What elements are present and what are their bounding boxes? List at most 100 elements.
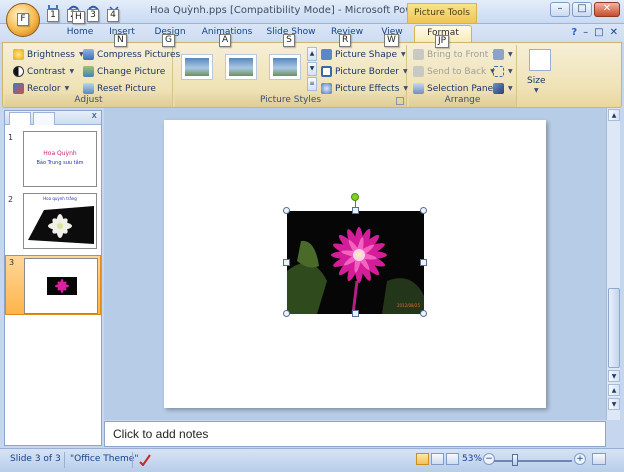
zoom-slider-thumb[interactable] (512, 454, 518, 466)
tab-animations[interactable]: Animations A (200, 25, 254, 47)
spell-check-icon[interactable] (138, 453, 152, 469)
tab-format[interactable]: Format JP (414, 25, 472, 48)
qat-save-button[interactable]: 1 (44, 4, 62, 22)
group-icon (493, 66, 504, 77)
slide-count: Slide 3 of 3 (10, 454, 61, 464)
previous-slide-button[interactable]: ▲ (608, 384, 620, 396)
resize-handle-bottom[interactable] (352, 310, 359, 317)
zoom-in-button[interactable]: + (574, 453, 586, 465)
tab-home[interactable]: Home H (62, 11, 98, 42)
group-label-picture-styles: Picture Styles (175, 94, 406, 107)
picture-style-1[interactable] (181, 54, 213, 80)
picture-styles-dialog-launcher[interactable] (396, 97, 404, 105)
recolor-label: Recolor (27, 83, 61, 94)
tab-design[interactable]: Design G (150, 25, 190, 47)
contrast-button[interactable]: Contrast ▼ (13, 64, 74, 79)
picture-border-button[interactable]: Picture Border ▼ (321, 64, 408, 79)
size-icon[interactable] (529, 49, 551, 71)
tab-keytip: R (339, 34, 352, 47)
style-gallery-scroll: ▲ ▼ ≡ (307, 47, 317, 91)
next-slide-button[interactable]: ▼ (608, 398, 620, 410)
qat-customize-button[interactable]: 4 (104, 4, 122, 22)
chevron-down-icon: ▼ (508, 85, 513, 92)
gallery-up-button[interactable]: ▲ (307, 47, 317, 61)
vertical-scrollbar[interactable]: ▲ ▼ ▲ ▼ (606, 108, 620, 420)
scroll-thumb[interactable] (608, 288, 620, 368)
change-picture-button[interactable]: Change Picture (83, 64, 165, 79)
ribbon-restore-icon[interactable]: □ (594, 27, 603, 38)
reset-picture-label: Reset Picture (97, 83, 156, 94)
tab-review[interactable]: Review R (328, 25, 366, 47)
ribbon: Brightness ▼ Contrast ▼ Recolor ▼ Compress … (2, 42, 622, 108)
slide-sorter-button[interactable] (431, 453, 444, 465)
picture-style-3[interactable] (269, 54, 301, 80)
theme-name[interactable]: "Office Theme" (70, 454, 138, 464)
pink-flower-image (287, 211, 424, 314)
normal-view-button[interactable] (416, 453, 429, 465)
rotate-icon (493, 83, 504, 94)
tab-slide-show[interactable]: Slide Show S (264, 25, 318, 47)
compress-icon (83, 49, 94, 60)
resize-handle-left[interactable] (283, 259, 290, 266)
send-to-back-button[interactable]: Send to Back ▼ (413, 64, 495, 79)
resize-handle-top-right[interactable] (420, 207, 427, 214)
slide-thumb-image: Hoa quỳnh trắng (23, 193, 97, 249)
contrast-label: Contrast (27, 66, 66, 77)
picture-shape-icon (321, 49, 332, 60)
scroll-down-button[interactable]: ▼ (608, 370, 620, 382)
slide-show-button[interactable] (446, 453, 459, 465)
tab-outline[interactable] (33, 112, 55, 125)
zoom-out-button[interactable]: − (483, 453, 495, 465)
slide-thumbnail-3[interactable]: 3 (5, 255, 101, 315)
help-icon[interactable]: ? (571, 27, 577, 38)
minimize-button[interactable]: – (550, 2, 570, 17)
slide-thumbnail-1[interactable]: 1 Hoa Quỳnh Bảo Trung sưu tầm (5, 131, 101, 191)
tab-view[interactable]: View W (376, 25, 408, 47)
resize-handle-right[interactable] (420, 259, 427, 266)
gallery-down-button[interactable]: ▼ (307, 62, 317, 76)
maximize-button[interactable]: □ (572, 2, 592, 17)
gallery-more-button[interactable]: ≡ (307, 77, 317, 91)
tab-keytip: JP (435, 35, 450, 48)
chevron-down-icon: ▼ (401, 51, 406, 58)
current-slide[interactable]: 2012/08/25 (164, 120, 546, 408)
slide-thumbnail-2[interactable]: 2 Hoa quỳnh trắng (5, 193, 101, 253)
tab-keytip: N (114, 34, 127, 47)
qat-keytip-4: 4 (107, 9, 119, 22)
ribbon-minimize-icon[interactable]: – (583, 27, 588, 38)
group-objects-button[interactable]: ▼ (493, 64, 513, 79)
picture-tools-label: Picture Tools (407, 3, 477, 23)
tab-insert[interactable]: Insert N (104, 25, 140, 47)
window-title: Hoa Quỳnh.pps [Compatibility Mode] - Mic… (150, 5, 410, 16)
picture-style-2[interactable] (225, 54, 257, 80)
resize-handle-bottom-left[interactable] (283, 310, 290, 317)
flower-picture[interactable]: 2012/08/25 (287, 211, 424, 314)
brightness-icon (13, 49, 24, 60)
rotate-handle[interactable] (351, 193, 359, 201)
resize-handle-top[interactable] (352, 207, 359, 214)
tab-slides[interactable] (9, 112, 31, 125)
bring-to-front-button[interactable]: Bring to Front▼ (413, 47, 497, 62)
notes-pane[interactable]: Click to add notes (104, 421, 606, 447)
close-button[interactable]: ✕ (594, 2, 620, 17)
slide-editing-area: 2012/08/25 (104, 108, 606, 420)
qat-redo-button[interactable]: 3 (84, 4, 102, 22)
brightness-button[interactable]: Brightness ▼ (13, 47, 84, 62)
change-picture-icon (83, 66, 94, 77)
office-button[interactable]: F (6, 3, 40, 37)
fit-to-window-button[interactable] (592, 453, 606, 465)
status-divider (132, 452, 133, 468)
zoom-slider-track[interactable] (494, 460, 572, 462)
compress-pictures-button[interactable]: Compress Pictures (83, 47, 180, 62)
send-to-back-icon (413, 66, 424, 77)
resize-handle-top-left[interactable] (283, 207, 290, 214)
contrast-icon (13, 66, 24, 77)
ribbon-close-icon[interactable]: ✕ (610, 27, 618, 38)
picture-shape-button[interactable]: Picture Shape ▼ (321, 47, 406, 62)
align-button[interactable]: ▼ (493, 47, 513, 62)
scroll-up-button[interactable]: ▲ (608, 109, 620, 121)
pane-close-icon[interactable]: x (92, 111, 97, 121)
resize-handle-bottom-right[interactable] (420, 310, 427, 317)
group-picture-styles: ▲ ▼ ≡ Picture Shape ▼ Picture Border ▼ Pic… (175, 45, 408, 107)
zoom-level[interactable]: 53% (462, 454, 482, 464)
